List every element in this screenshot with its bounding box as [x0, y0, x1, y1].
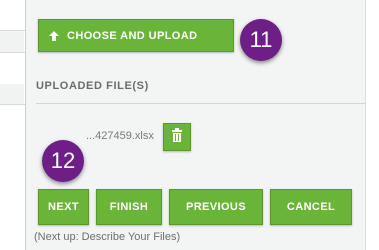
choose-and-upload-label: CHOOSE AND UPLOAD [67, 29, 198, 42]
background-page-right [365, 0, 379, 250]
background-divider [0, 104, 26, 105]
upload-arrow-icon [49, 30, 59, 41]
finish-button[interactable]: FINISH [96, 189, 162, 225]
section-divider [36, 103, 366, 104]
background-row [0, 84, 24, 104]
step-callout-12: 12 [42, 140, 84, 182]
choose-and-upload-button[interactable]: CHOOSE AND UPLOAD [38, 19, 234, 52]
background-divider [0, 30, 26, 31]
uploaded-file-name: ...427459.xlsx [86, 130, 154, 142]
trash-icon [171, 127, 183, 147]
cancel-button[interactable]: CANCEL [270, 189, 352, 225]
delete-file-button[interactable] [163, 123, 191, 151]
step-callout-11: 11 [240, 19, 282, 61]
previous-button[interactable]: PREVIOUS [169, 189, 263, 225]
next-up-hint: (Next up: Describe Your Files) [34, 231, 181, 243]
upload-panel: CHOOSE AND UPLOAD 11 UPLOADED FILE(S) ..… [25, 0, 366, 250]
background-row [0, 30, 24, 52]
next-button[interactable]: NEXT [38, 189, 89, 225]
background-divider [0, 52, 26, 53]
uploaded-files-heading: UPLOADED FILE(S) [36, 80, 149, 92]
